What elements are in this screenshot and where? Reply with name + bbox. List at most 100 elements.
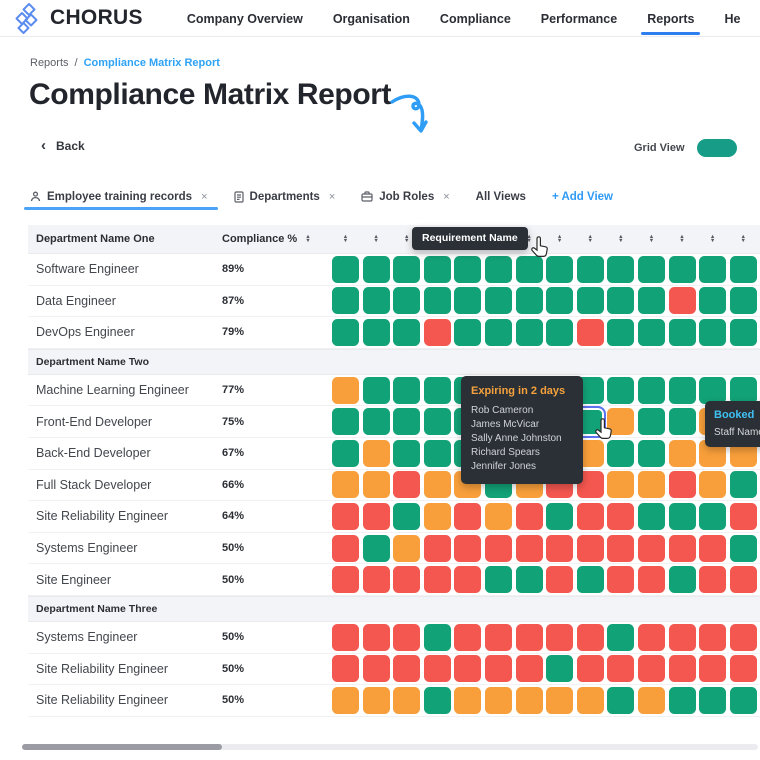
matrix-cell[interactable]	[669, 319, 696, 346]
matrix-cell[interactable]	[607, 655, 634, 682]
tab-job-roles[interactable]: Job Roles×	[361, 191, 449, 209]
matrix-cell[interactable]	[332, 566, 359, 593]
matrix-cell[interactable]	[454, 655, 481, 682]
matrix-cell[interactable]	[485, 256, 512, 283]
matrix-cell[interactable]	[638, 440, 665, 467]
matrix-cell[interactable]	[332, 377, 359, 404]
matrix-cell[interactable]	[485, 319, 512, 346]
matrix-cell[interactable]	[638, 655, 665, 682]
grid-view-toggle[interactable]	[697, 139, 737, 157]
matrix-cell[interactable]	[638, 687, 665, 714]
matrix-cell[interactable]	[577, 256, 604, 283]
matrix-cell[interactable]	[332, 655, 359, 682]
matrix-cell[interactable]	[577, 687, 604, 714]
matrix-cell[interactable]	[607, 687, 634, 714]
matrix-cell[interactable]	[669, 687, 696, 714]
matrix-cell[interactable]	[454, 687, 481, 714]
tab-add-view[interactable]: + Add View	[552, 191, 613, 209]
matrix-cell[interactable]	[577, 566, 604, 593]
matrix-cell[interactable]	[424, 377, 451, 404]
matrix-cell[interactable]	[363, 319, 390, 346]
matrix-cell[interactable]	[730, 287, 757, 314]
matrix-cell[interactable]	[546, 319, 573, 346]
matrix-cell[interactable]	[638, 566, 665, 593]
matrix-cell[interactable]	[699, 471, 726, 498]
matrix-cell[interactable]	[454, 624, 481, 651]
matrix-cell[interactable]	[516, 624, 543, 651]
sort-icon[interactable]: ▲▼	[305, 235, 310, 243]
matrix-cell[interactable]	[730, 566, 757, 593]
matrix-cell[interactable]	[424, 503, 451, 530]
brand[interactable]: CHORUS	[0, 2, 143, 34]
tab-all-views[interactable]: All Views	[476, 191, 526, 209]
matrix-cell[interactable]	[454, 287, 481, 314]
back-button[interactable]: ‹ Back	[41, 139, 85, 153]
nav-item-organisation[interactable]: Organisation	[329, 3, 414, 34]
matrix-cell[interactable]	[393, 319, 420, 346]
matrix-cell[interactable]	[454, 319, 481, 346]
matrix-cell[interactable]	[546, 655, 573, 682]
matrix-cell[interactable]	[669, 655, 696, 682]
sort-icon[interactable]: ▲▼	[710, 235, 715, 243]
matrix-cell[interactable]	[669, 408, 696, 435]
matrix-cell[interactable]	[485, 535, 512, 562]
close-icon[interactable]: ×	[443, 191, 449, 203]
sort-icon[interactable]: ▲▼	[557, 235, 562, 243]
matrix-cell[interactable]	[424, 440, 451, 467]
matrix-cell[interactable]	[730, 471, 757, 498]
matrix-cell[interactable]	[332, 287, 359, 314]
horizontal-scrollbar[interactable]	[22, 744, 758, 750]
matrix-cell[interactable]	[454, 503, 481, 530]
matrix-cell[interactable]	[546, 256, 573, 283]
matrix-cell[interactable]	[424, 566, 451, 593]
matrix-cell[interactable]	[577, 319, 604, 346]
matrix-cell[interactable]	[332, 319, 359, 346]
matrix-cell[interactable]	[638, 503, 665, 530]
matrix-cell[interactable]	[669, 503, 696, 530]
compliance-column-header[interactable]: Compliance % ▲▼	[222, 233, 332, 245]
nav-item-reports[interactable]: Reports	[643, 3, 698, 34]
matrix-cell[interactable]	[424, 535, 451, 562]
matrix-cell[interactable]	[485, 503, 512, 530]
sort-icon[interactable]: ▲▼	[588, 235, 593, 243]
nav-item-performance[interactable]: Performance	[537, 3, 621, 34]
matrix-cell[interactable]	[699, 287, 726, 314]
matrix-cell[interactable]	[516, 503, 543, 530]
matrix-cell[interactable]	[577, 655, 604, 682]
matrix-cell[interactable]	[669, 566, 696, 593]
matrix-cell[interactable]	[730, 256, 757, 283]
matrix-cell[interactable]	[454, 535, 481, 562]
matrix-cell[interactable]	[516, 287, 543, 314]
matrix-cell[interactable]	[424, 256, 451, 283]
matrix-cell[interactable]	[332, 471, 359, 498]
matrix-cell[interactable]	[669, 377, 696, 404]
matrix-cell[interactable]	[516, 566, 543, 593]
matrix-cell[interactable]	[577, 503, 604, 530]
matrix-cell[interactable]	[485, 687, 512, 714]
matrix-cell[interactable]	[424, 624, 451, 651]
matrix-cell[interactable]	[638, 287, 665, 314]
matrix-cell[interactable]	[607, 287, 634, 314]
matrix-cell[interactable]	[638, 377, 665, 404]
matrix-cell[interactable]	[669, 256, 696, 283]
matrix-cell[interactable]	[363, 687, 390, 714]
matrix-cell[interactable]	[393, 624, 420, 651]
breadcrumb-parent[interactable]: Reports	[30, 57, 69, 69]
matrix-cell[interactable]	[577, 624, 604, 651]
sort-icon[interactable]: ▲▼	[649, 235, 654, 243]
matrix-cell[interactable]	[577, 535, 604, 562]
matrix-cell[interactable]	[332, 256, 359, 283]
matrix-cell[interactable]	[363, 566, 390, 593]
matrix-cell[interactable]	[485, 624, 512, 651]
matrix-cell[interactable]	[393, 687, 420, 714]
close-icon[interactable]: ×	[201, 191, 207, 203]
matrix-cell[interactable]	[363, 535, 390, 562]
matrix-cell[interactable]	[699, 503, 726, 530]
matrix-cell[interactable]	[546, 687, 573, 714]
matrix-cell[interactable]	[607, 471, 634, 498]
matrix-cell[interactable]	[393, 408, 420, 435]
matrix-cell[interactable]	[607, 503, 634, 530]
matrix-cell[interactable]	[363, 655, 390, 682]
matrix-cell[interactable]	[730, 503, 757, 530]
matrix-cell[interactable]	[699, 566, 726, 593]
